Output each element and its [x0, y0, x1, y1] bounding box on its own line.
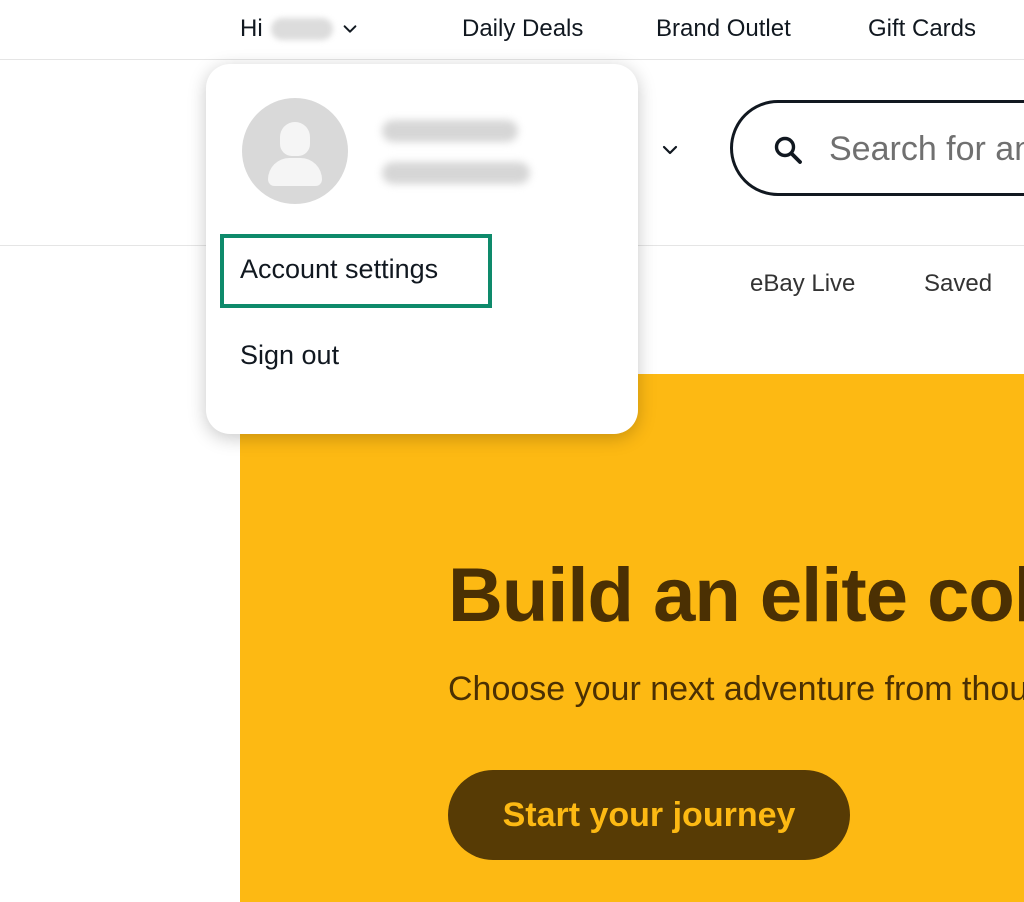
account-dropdown-menu: Account settings Sign out — [206, 64, 638, 434]
user-first-name-redacted — [270, 18, 333, 40]
top-utility-bar: Hi Daily Deals Brand Outlet Gift Cards — [0, 0, 1024, 60]
daily-deals-link[interactable]: Daily Deals — [462, 14, 583, 44]
user-full-name-redacted — [382, 120, 518, 142]
chevron-down-icon — [343, 25, 357, 33]
gift-cards-link[interactable]: Gift Cards — [868, 14, 976, 44]
sign-out-menu-item[interactable]: Sign out — [240, 340, 339, 371]
search-bar[interactable] — [730, 100, 1024, 196]
account-greeting-toggle[interactable]: Hi — [240, 14, 359, 44]
ebay-live-link[interactable]: eBay Live — [750, 270, 855, 298]
hero-banner: Build an elite collection Choose your ne… — [240, 374, 1024, 902]
brand-outlet-link[interactable]: Brand Outlet — [656, 14, 791, 44]
user-id-redacted — [382, 162, 530, 184]
hero-title: Build an elite collection — [448, 553, 1024, 638]
greeting-text: Hi — [240, 15, 263, 42]
start-journey-button[interactable]: Start your journey — [448, 770, 850, 860]
category-chevron-down-icon[interactable] — [660, 140, 680, 160]
user-avatar-icon — [242, 98, 348, 204]
search-icon — [774, 136, 802, 164]
search-input[interactable] — [829, 127, 1024, 171]
account-settings-menu-item[interactable]: Account settings — [240, 254, 438, 285]
ebay-page: Hi Daily Deals Brand Outlet Gift Cards e… — [0, 0, 1024, 902]
saved-link[interactable]: Saved — [924, 270, 992, 298]
hero-subtitle: Choose your next adventure from thousand… — [448, 670, 1024, 708]
